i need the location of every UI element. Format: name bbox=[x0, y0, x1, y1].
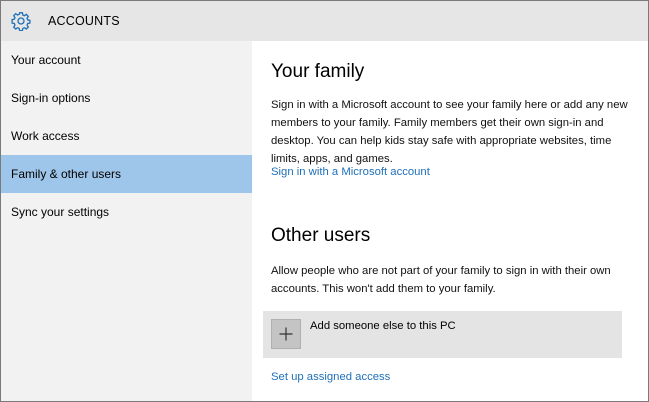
sidebar-item-work-access[interactable]: Work access bbox=[1, 117, 252, 155]
sign-in-microsoft-link[interactable]: Sign in with a Microsoft account bbox=[271, 166, 430, 178]
header-bar: ACCOUNTS bbox=[1, 1, 648, 41]
page-title: ACCOUNTS bbox=[48, 14, 120, 28]
your-family-heading: Your family bbox=[271, 61, 365, 82]
your-family-description: Sign in with a Microsoft account to see … bbox=[271, 99, 628, 165]
sidebar-item-sign-in-options[interactable]: Sign-in options bbox=[1, 79, 252, 117]
sidebar-item-sync-settings[interactable]: Sync your settings bbox=[1, 193, 252, 231]
plus-icon bbox=[271, 319, 301, 349]
add-someone-button[interactable]: Add someone else to this PC bbox=[263, 311, 622, 358]
main-content: Your family Sign in with a Microsoft acc… bbox=[252, 41, 648, 401]
settings-window: ACCOUNTS Your account Sign-in options Wo… bbox=[0, 0, 649, 402]
sidebar-item-family-other-users[interactable]: Family & other users bbox=[1, 155, 252, 193]
assigned-access-link[interactable]: Set up assigned access bbox=[271, 371, 390, 383]
other-users-description: Allow people who are not part of your fa… bbox=[271, 265, 611, 295]
add-someone-label: Add someone else to this PC bbox=[310, 320, 456, 332]
other-users-heading: Other users bbox=[271, 225, 371, 246]
gear-icon bbox=[11, 11, 31, 31]
sidebar-item-your-account[interactable]: Your account bbox=[1, 41, 252, 79]
sidebar: Your account Sign-in options Work access… bbox=[1, 41, 252, 401]
